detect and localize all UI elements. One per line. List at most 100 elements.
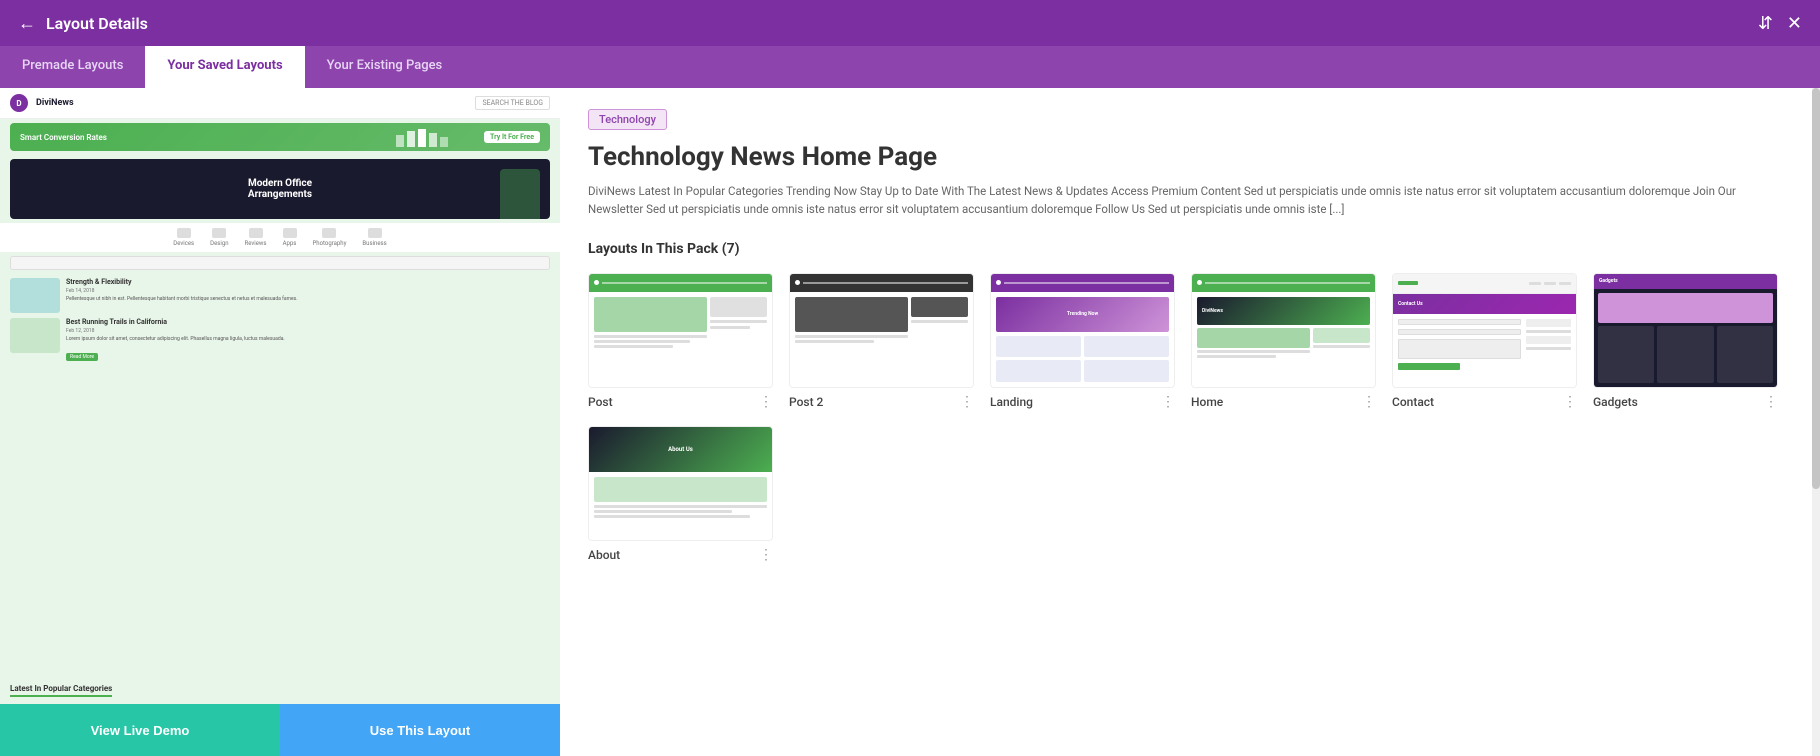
preview-topbar: D DiviNews SEARCH THE BLOG (0, 88, 560, 119)
header-title: Layout Details (46, 14, 148, 33)
thumb-post2-side (911, 297, 968, 382)
layout-thumb-name-gadgets: Gadgets (1593, 395, 1638, 409)
preview-nav-design: Design (210, 228, 228, 247)
tab-existing[interactable]: Your Existing Pages (305, 46, 465, 88)
thumb-landing-card4 (1084, 360, 1169, 382)
back-button[interactable]: ← (18, 13, 36, 34)
thumb-info-line1 (1526, 330, 1571, 333)
preview-article-meta-1: Feb 14, 2018 (66, 288, 550, 294)
preview-ad-banner: Smart Conversion Rates Try It For Free (10, 123, 550, 151)
preview-logo: D DiviNews (10, 94, 74, 112)
sort-button[interactable]: ⇵ (1758, 13, 1773, 34)
apps-nav-icon (283, 228, 297, 238)
preview-article-title-1: Strength & Flexibility (66, 278, 550, 286)
thumb-about-hero: About Us (589, 427, 772, 472)
preview-ad-btn[interactable]: Try It For Free (484, 131, 540, 143)
thumb-home-dot (1197, 280, 1202, 285)
thumb-contact-nav-item (1544, 282, 1556, 285)
main-content: D DiviNews SEARCH THE BLOG Smart Convers… (0, 88, 1820, 756)
preview-panel: D DiviNews SEARCH THE BLOG Smart Convers… (0, 88, 560, 756)
header: ← Layout Details ⇵ ✕ (0, 0, 1820, 46)
thumb-home-hero-text: DiviNews (1202, 308, 1223, 314)
preview-article-text-1: Strength & Flexibility Feb 14, 2018 Pell… (66, 278, 550, 303)
thumb-home-line2 (1197, 355, 1276, 358)
layout-thumb-more-landing[interactable]: ⋮ (1161, 394, 1175, 410)
layout-thumb-img-landing: Trending Now (990, 273, 1175, 388)
thumb-side-line2 (911, 320, 968, 323)
design-nav-label: Design (210, 240, 228, 247)
layout-thumb-more-contact[interactable]: ⋮ (1563, 394, 1577, 410)
thumb-gadgets-text: Gadgets (1599, 278, 1618, 284)
thumb-about-text (594, 505, 767, 518)
layout-thumb-home: DiviNews (1191, 273, 1376, 410)
design-nav-icon (212, 228, 226, 238)
thumb-gadgets-body (1594, 289, 1777, 387)
thumb-post2-img (795, 297, 908, 332)
tab-saved[interactable]: Your Saved Layouts (145, 46, 304, 88)
thumb-landing-preview: Trending Now (991, 274, 1174, 387)
devices-nav-label: Devices (173, 240, 194, 247)
thumb-contact-logo (1398, 281, 1418, 285)
preview-nav-apps: Apps (283, 228, 297, 247)
thumb-post2-header (790, 274, 973, 292)
thumb-home-line (1205, 282, 1370, 284)
layout-thumb-more-post2[interactable]: ⋮ (960, 394, 974, 410)
info-panel: Technology Technology News Home Page Div… (560, 88, 1820, 756)
thumb-post-text (594, 335, 707, 348)
thumb-home-side-line (1313, 345, 1370, 348)
preview-search-bar (10, 256, 550, 270)
thumb-info-line2 (1526, 347, 1571, 350)
layout-thumb-more-gadgets[interactable]: ⋮ (1764, 394, 1778, 410)
thumb-side-img (710, 297, 767, 317)
thumb-line (594, 340, 690, 343)
preview-article-1: Strength & Flexibility Feb 14, 2018 Pell… (10, 278, 550, 313)
thumb-home-side-img (1313, 328, 1370, 343)
thumb-side-line (710, 326, 750, 329)
thumb-post2-text (795, 335, 908, 343)
tab-premade[interactable]: Premade Layouts (0, 46, 145, 88)
layout-thumb-name-post2: Post 2 (789, 395, 823, 409)
thumb-contact-nav-item (1559, 282, 1571, 285)
thumb-post-line (602, 282, 767, 284)
layout-thumb-contact: Contact Us (1392, 273, 1577, 410)
view-demo-button[interactable]: View Live Demo (0, 704, 280, 756)
layout-thumb-img-about: About Us (588, 426, 773, 541)
thumb-landing-grid (996, 336, 1169, 382)
close-button[interactable]: ✕ (1787, 13, 1802, 34)
thumb-line (594, 345, 673, 348)
thumb-gadgets-card3 (1717, 326, 1773, 383)
thumb-contact-input2 (1398, 329, 1521, 335)
thumb-about-img (594, 477, 767, 502)
layout-thumb-footer-home: Home ⋮ (1191, 394, 1376, 410)
thumb-contact-nav-item (1529, 282, 1541, 285)
thumb-post2-cols (790, 292, 973, 387)
layout-thumb-landing: Trending Now Landing ⋮ (990, 273, 1175, 410)
layout-thumb-footer-landing: Landing ⋮ (990, 394, 1175, 410)
business-nav-icon (368, 228, 382, 238)
layout-thumb-img-home: DiviNews (1191, 273, 1376, 388)
preview-search-hint: SEARCH THE BLOG (475, 96, 550, 110)
thumb-landing-header (991, 274, 1174, 292)
layout-thumb-post2: Post 2 ⋮ (789, 273, 974, 410)
layout-thumb-more-post[interactable]: ⋮ (759, 394, 773, 410)
thumb-line (795, 340, 874, 343)
layout-thumb-more-home[interactable]: ⋮ (1362, 394, 1376, 410)
thumb-contact-banner-text: Contact Us (1398, 301, 1423, 307)
use-layout-button[interactable]: Use This Layout (280, 704, 560, 756)
preview-article-2: Best Running Trails in California Feb 12… (10, 318, 550, 362)
preview-read-more-2[interactable]: Read More (66, 353, 98, 361)
thumb-gadgets-card2 (1657, 326, 1713, 383)
layout-thumb-img-post (588, 273, 773, 388)
reviews-nav-icon (249, 228, 263, 238)
thumb-post2-main (795, 297, 908, 382)
layout-thumb-name-contact: Contact (1392, 395, 1434, 409)
layout-thumb-footer-gadgets: Gadgets ⋮ (1593, 394, 1778, 410)
layout-thumb-more-about[interactable]: ⋮ (759, 547, 773, 563)
layout-thumb-name-about: About (588, 548, 620, 562)
thumb-contact-banner: Contact Us (1393, 294, 1576, 314)
thumb-about-line3 (594, 515, 750, 518)
scrollbar-thumb[interactable] (1812, 88, 1820, 489)
thumb-about-hero-text: About Us (668, 446, 693, 453)
pack-label: Layouts In This Pack (7) (588, 241, 1792, 257)
thumb-contact-body (1393, 314, 1576, 387)
